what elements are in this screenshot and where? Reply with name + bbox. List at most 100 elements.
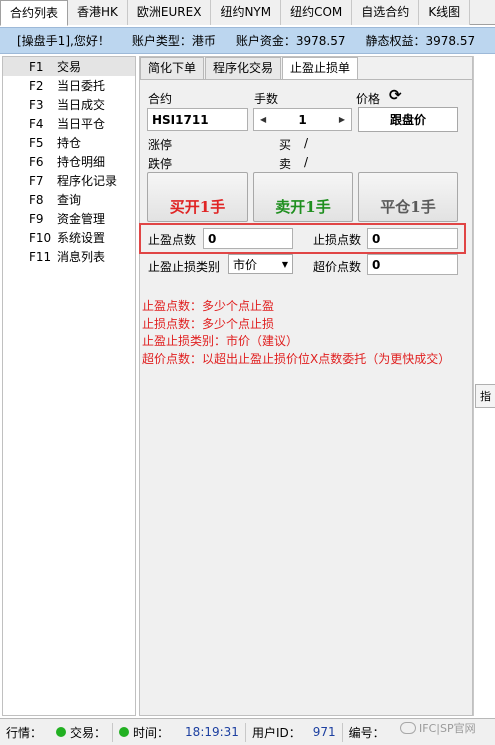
sell-open-button[interactable]: 卖开1手 xyxy=(253,172,353,222)
time-label: 时间： xyxy=(133,725,170,740)
quote-label: 行情： xyxy=(6,725,43,740)
menu-item-settings[interactable]: F10 系统设置 xyxy=(3,228,135,247)
menu-label: 持仓明细 xyxy=(57,155,106,169)
follow-price-button[interactable]: 跟盘价 xyxy=(358,107,458,132)
watermark: IFC|SP官网 xyxy=(400,720,476,736)
menu-item-positions[interactable]: F5 持仓 xyxy=(3,133,135,152)
menu-key: F1 xyxy=(29,59,44,74)
number-label: 编号： xyxy=(348,725,385,740)
menu-key: F6 xyxy=(29,154,44,169)
account-type: 账户类型：港币 xyxy=(131,34,216,48)
quote-status: 行情： 交易： xyxy=(0,722,114,742)
quantity-value: 1 xyxy=(298,112,307,127)
limit-down-label: 跌停 xyxy=(148,157,173,171)
menu-label: 消息列表 xyxy=(57,250,106,264)
tab-com[interactable]: 纽约COM xyxy=(281,0,353,25)
menu-label: 资金管理 xyxy=(57,212,106,226)
menu-label: 系统设置 xyxy=(57,231,106,245)
ask-label: 卖 xyxy=(279,157,292,171)
function-menu: F1 交易 F2 当日委托 F3 当日成交 F4 当日平仓 F5 持仓 F6 持仓明细 F7… xyxy=(2,56,136,716)
side-panel-button[interactable]: 指 xyxy=(475,384,495,408)
menu-item-algo-records[interactable]: F7 程序化记录 xyxy=(3,171,135,190)
uid-label: 用户ID： xyxy=(251,725,301,740)
menu-label: 交易 xyxy=(57,60,82,74)
over-price-label: 超价点数 xyxy=(313,260,362,274)
stop-loss-input[interactable]: 0 xyxy=(367,228,458,249)
menu-label: 查询 xyxy=(57,193,82,207)
tab-stop-order[interactable]: 止盈止损单 xyxy=(282,57,359,80)
tab-divider xyxy=(140,79,472,80)
increase-icon[interactable]: ▶ xyxy=(339,115,345,124)
note-over-price: 超价点数：以超出止盈止损价位X点数委托（为更快成交） xyxy=(142,351,451,366)
tab-watchlist[interactable]: 自选合约 xyxy=(352,0,420,25)
contract-input[interactable]: HSI1711 xyxy=(147,108,248,131)
quote-connected-icon xyxy=(56,727,67,737)
menu-key: F4 xyxy=(29,116,44,131)
note-stop-loss: 止损点数：多少个点止损 xyxy=(142,316,275,331)
trade-label: 交易： xyxy=(70,725,107,740)
menu-item-funds[interactable]: F9 资金管理 xyxy=(3,209,135,228)
time-status: 时间： 18:19:31 xyxy=(113,722,246,742)
menu-key: F9 xyxy=(29,211,44,226)
menu-item-query[interactable]: F8 查询 xyxy=(3,190,135,209)
menu-key: F5 xyxy=(29,135,44,150)
menu-item-trade[interactable]: F1 交易 xyxy=(3,57,135,76)
menu-key: F3 xyxy=(29,97,44,112)
menu-label: 当日平仓 xyxy=(57,117,106,131)
menu-item-today-fills[interactable]: F3 当日成交 xyxy=(3,95,135,114)
take-profit-input[interactable]: 0 xyxy=(203,228,293,249)
menu-item-today-orders[interactable]: F2 当日委托 xyxy=(3,76,135,95)
stop-type-value: 市价 xyxy=(233,257,258,272)
menu-key: F11 xyxy=(29,249,52,264)
wechat-icon xyxy=(400,722,416,734)
bid-value: / xyxy=(304,136,309,150)
tab-algo-trading[interactable]: 程序化交易 xyxy=(205,57,282,79)
ask-value: / xyxy=(304,155,309,169)
quantity-stepper[interactable]: ◀ 1 ▶ xyxy=(253,108,352,131)
refresh-icon[interactable]: ⟳ xyxy=(389,86,402,104)
take-profit-label: 止盈点数 xyxy=(148,233,197,247)
chevron-down-icon: ▼ xyxy=(281,259,288,269)
bid-label: 买 xyxy=(279,138,292,152)
menu-item-position-details[interactable]: F6 持仓明细 xyxy=(3,152,135,171)
tab-hong-kong[interactable]: 香港HK xyxy=(68,0,128,25)
static-equity: 静态权益：3978.57 xyxy=(365,34,476,48)
menu-label: 持仓 xyxy=(57,136,82,150)
order-sub-tabs: 简化下单 程序化交易 止盈止损单 xyxy=(140,57,359,80)
account-info-bar: [操盘手1],您好！ 账户类型：港币 账户资金：3978.57 静态权益：397… xyxy=(0,27,495,54)
close-position-button[interactable]: 平仓1手 xyxy=(358,172,458,222)
number-status: 编号： xyxy=(343,723,391,742)
account-funds: 账户资金：3978.57 xyxy=(235,34,346,48)
uid-value: 971 xyxy=(312,725,336,739)
time-value: 18:19:31 xyxy=(185,725,239,739)
trade-connected-icon xyxy=(119,727,130,737)
tab-eurex[interactable]: 欧洲EUREX xyxy=(127,0,212,25)
menu-item-today-closed[interactable]: F4 当日平仓 xyxy=(3,114,135,133)
help-notes: 止盈点数：多少个点止盈 止损点数：多少个点止损 止盈止损类别：市价（建议） 超价… xyxy=(142,298,450,368)
over-price-input[interactable]: 0 xyxy=(367,254,458,275)
buy-open-button[interactable]: 买开1手 xyxy=(147,172,248,222)
menu-key: F8 xyxy=(29,192,44,207)
menu-key: F10 xyxy=(29,230,52,245)
tab-simple-order[interactable]: 简化下单 xyxy=(140,57,205,79)
note-stop-type: 止盈止损类别：市价（建议） xyxy=(142,334,299,348)
stop-type-select[interactable]: 市价 ▼ xyxy=(228,254,293,274)
limit-up-label: 涨停 xyxy=(148,138,173,152)
tab-kline[interactable]: K线图 xyxy=(419,0,471,25)
top-tab-bar: 合约列表 香港HK 欧洲EUREX 纽约NYM 纽约COM 自选合约 K线图 xyxy=(0,0,495,26)
tab-contract-list[interactable]: 合约列表 xyxy=(0,0,69,26)
menu-item-messages[interactable]: F11 消息列表 xyxy=(3,247,135,266)
decrease-icon[interactable]: ◀ xyxy=(260,115,266,124)
uid-status: 用户ID： 971 xyxy=(246,722,343,742)
contract-label: 合约 xyxy=(148,92,173,106)
watermark-text: IFC|SP官网 xyxy=(419,722,476,735)
menu-label: 程序化记录 xyxy=(57,174,118,188)
greeting-text: [操盘手1],您好！ xyxy=(17,34,110,48)
tab-nym[interactable]: 纽约NYM xyxy=(211,0,282,25)
stop-loss-label: 止损点数 xyxy=(313,233,362,247)
price-label: 价格 xyxy=(356,92,381,106)
menu-key: F7 xyxy=(29,173,44,188)
menu-label: 当日成交 xyxy=(57,98,106,112)
menu-label: 当日委托 xyxy=(57,79,106,93)
note-take-profit: 止盈点数：多少个点止盈 xyxy=(142,299,275,313)
